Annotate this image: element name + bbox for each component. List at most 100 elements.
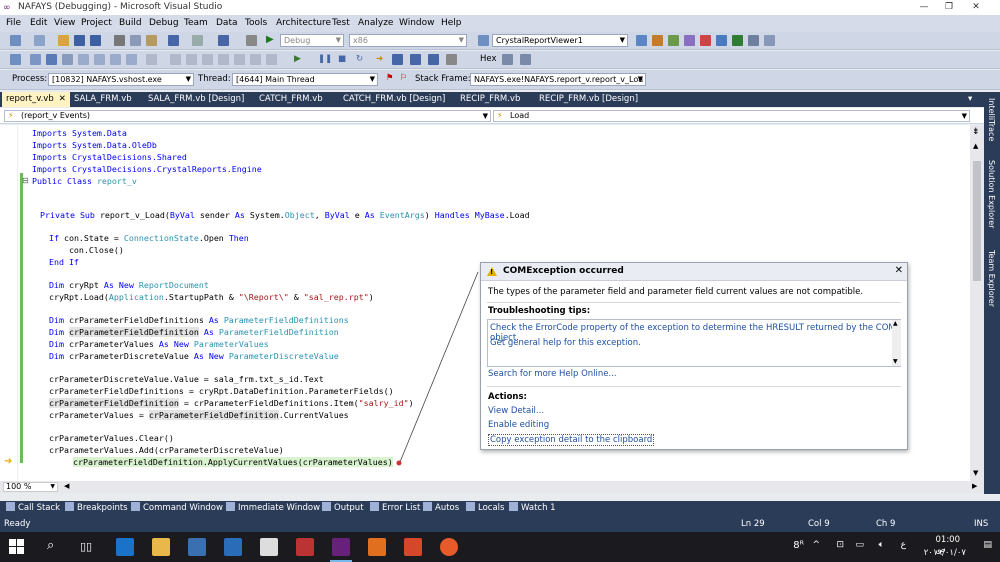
complete-word-icon[interactable] (30, 54, 41, 65)
minimize-button[interactable]: — (912, 1, 936, 14)
start-debugging-icon[interactable]: ▶ (266, 34, 274, 45)
save-all-icon[interactable] (90, 35, 101, 46)
enable-editing-link[interactable]: Enable editing (488, 420, 549, 430)
menu-edit[interactable]: Edit (30, 18, 47, 28)
add-item-icon[interactable] (34, 35, 45, 46)
navigate-forward-icon[interactable] (246, 35, 257, 46)
step-over-icon[interactable] (410, 54, 421, 65)
text-editor-icon[interactable] (10, 54, 21, 65)
toggle-flag-icon[interactable]: ⚑ (386, 73, 394, 83)
people-icon[interactable]: 8ᴿ (793, 540, 804, 551)
access-icon[interactable] (296, 538, 314, 556)
firefox-icon[interactable] (440, 538, 458, 556)
step-filter-icon[interactable] (446, 54, 457, 65)
open-folder-icon[interactable] (58, 35, 69, 46)
indicator-margin[interactable] (0, 125, 18, 481)
member-dropdown[interactable]: ⚡ Load ▼ (493, 110, 970, 122)
continue-icon[interactable]: ▶ (294, 54, 301, 64)
tips-scrollbar[interactable]: ▲ ▼ (892, 320, 901, 366)
notifications-icon[interactable]: ▤ (983, 540, 992, 550)
extension-manager-icon[interactable] (700, 35, 711, 46)
intellitrace-tab[interactable]: IntelliTrace (987, 98, 996, 141)
scroll-down-icon[interactable]: ▼ (893, 358, 898, 365)
menu-help[interactable]: Help (441, 18, 462, 28)
team-explorer-tab[interactable]: Team Explorer (987, 250, 996, 307)
uncomment-icon[interactable] (126, 54, 137, 65)
chevron-up-icon[interactable]: ^ (812, 540, 820, 550)
task-view-icon[interactable]: ▯▯ (80, 540, 92, 553)
input-language[interactable]: ع (901, 540, 906, 550)
hex-toggle-button[interactable]: Hex (480, 54, 497, 64)
split-icon[interactable]: ⇟ (972, 127, 980, 137)
paste-icon[interactable] (146, 35, 157, 46)
stop-debugging-icon[interactable]: ■ (338, 54, 346, 64)
menu-window[interactable]: Window (399, 18, 435, 28)
tab-recip-frm-design[interactable]: RECIP_FRM.vb [Design] (535, 92, 642, 107)
command-window-icon[interactable] (748, 35, 759, 46)
restore-button[interactable]: ❐ (937, 1, 961, 14)
clock-date[interactable]: ٢٠١٩/٠١/٠٧ (924, 548, 966, 558)
show-next-statement-icon[interactable]: ➜ (376, 54, 383, 64)
remote-desktop-icon[interactable] (224, 538, 242, 556)
customize-toolbar-icon[interactable] (764, 35, 775, 46)
object-dropdown[interactable]: CrystalReportViewer1 ▼ (492, 34, 628, 47)
menu-debug[interactable]: Debug (149, 18, 179, 28)
close-button[interactable]: ✕ (964, 1, 988, 14)
menu-test[interactable]: Test (332, 18, 350, 28)
collapse-icon[interactable]: ⊟ (22, 176, 29, 185)
visual-studio-taskbar-icon[interactable] (332, 538, 350, 556)
format-icon[interactable] (218, 54, 229, 65)
bookmark-icon[interactable] (146, 54, 157, 65)
breakpoints-window-icon[interactable] (502, 54, 513, 65)
save-icon[interactable] (74, 35, 85, 46)
stack-frame-dropdown[interactable]: NAFAYS.exe!NAFAYS.report_v.report_v_Loa ▼ (470, 73, 646, 86)
immediate-window-tab[interactable]: Immediate Window (226, 501, 320, 516)
solution-explorer-icon[interactable] (636, 35, 647, 46)
scroll-up-icon[interactable]: ▲ (973, 142, 978, 150)
close-icon[interactable]: ✕ (895, 265, 903, 276)
team-explorer-icon[interactable] (732, 35, 743, 46)
output-tab[interactable]: Output (322, 501, 364, 516)
menu-tools[interactable]: Tools (245, 18, 267, 28)
error-list-tab[interactable]: Error List (370, 501, 420, 516)
format-selection-icon[interactable] (234, 54, 245, 65)
scrollbar-thumb[interactable] (973, 161, 981, 281)
editor-vertical-scrollbar[interactable]: ⇟ ▲ ▼ (970, 125, 984, 481)
start-page-icon[interactable] (716, 35, 727, 46)
thread-dropdown[interactable]: [4644] Main Thread ▼ (232, 73, 378, 86)
network-icon[interactable]: ⊡ (836, 540, 844, 550)
menu-architecture[interactable]: Architecture (276, 18, 331, 28)
mail-icon[interactable] (260, 538, 278, 556)
editor-horizontal-scrollbar[interactable]: 100 % ▼ ◀ ▶ (0, 481, 984, 493)
scroll-down-icon[interactable]: ▼ (973, 469, 978, 477)
solution-configuration-dropdown[interactable]: Debug ▼ (280, 34, 344, 47)
tab-overflow-icon[interactable]: ▾ (964, 92, 976, 107)
watch-1-tab[interactable]: Watch 1 (509, 501, 556, 516)
scroll-right-icon[interactable]: ▶ (972, 482, 977, 490)
object-browser-icon[interactable] (668, 35, 679, 46)
menu-team[interactable]: Team (184, 18, 208, 28)
store-icon[interactable] (188, 538, 206, 556)
copy-icon[interactable] (130, 35, 141, 46)
tip-general-help-link[interactable]: Get general help for this exception. (490, 338, 641, 348)
process-dropdown[interactable]: [10832] NAFAYS.vshost.exe ▼ (48, 73, 194, 86)
volume-icon[interactable]: 🔈︎ (879, 540, 884, 550)
edge-icon[interactable] (116, 538, 134, 556)
tab-sala-frm-design[interactable]: SALA_FRM.vb [Design] (144, 92, 248, 107)
bookmark-next-icon[interactable] (186, 54, 197, 65)
find-icon[interactable] (478, 35, 489, 46)
break-all-icon[interactable]: ❚❚ (318, 54, 332, 64)
word-wrap-icon[interactable] (266, 54, 277, 65)
menu-view[interactable]: View (54, 18, 75, 28)
tab-recip-frm-vb[interactable]: RECIP_FRM.vb (456, 92, 524, 107)
app-icon[interactable] (368, 538, 386, 556)
class-dropdown[interactable]: ⚡ (report_v Events) ▼ (4, 110, 491, 122)
scroll-left-icon[interactable]: ◀ (64, 482, 69, 490)
outdent-icon[interactable] (94, 54, 105, 65)
copy-exception-detail-link[interactable]: Copy exception detail to the clipboard (488, 434, 655, 446)
cut-icon[interactable] (114, 35, 125, 46)
tab-report-v-vb[interactable]: report_v.vb ✕ (2, 92, 70, 107)
locals-tab[interactable]: Locals (466, 501, 504, 516)
step-into-icon[interactable] (392, 54, 403, 65)
flag-threads-icon[interactable]: ⚐ (400, 73, 408, 83)
